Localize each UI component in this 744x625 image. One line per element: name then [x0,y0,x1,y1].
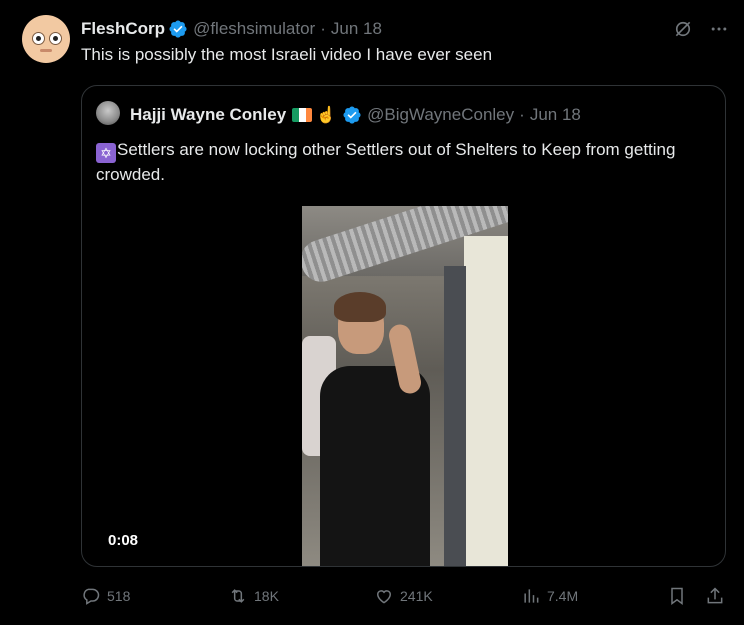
tweet-date[interactable]: Jun 18 [331,19,382,39]
views-count: 7.4M [547,588,579,604]
quote-author-name[interactable]: Hajji Wayne Conley [130,105,286,125]
grok-icon[interactable] [672,18,694,40]
share-button[interactable] [705,586,725,606]
video-scene-person-body [320,366,430,566]
tweet-text: This is possibly the most Israeli video … [81,45,493,64]
quoted-tweet[interactable]: Hajji Wayne Conley ☝ @BigWayneConley · J… [81,85,726,567]
avatar-eye [49,32,62,45]
video-scene-wall [464,236,508,566]
reply-icon [83,588,100,605]
separator: · [519,105,525,124]
bookmark-button[interactable] [667,586,687,606]
separator: · [320,19,326,38]
ireland-flag-icon [292,108,313,122]
tweet-header: FleshCorp @fleshsimulator · Jun 18 [81,18,382,40]
verified-icon [343,106,361,124]
avatar-eye [32,32,45,45]
share-icon [707,587,723,604]
author-name[interactable]: FleshCorp [81,19,165,39]
like-count: 241K [400,588,433,604]
quote-date[interactable]: Jun 18 [530,105,581,125]
pointing-finger-icon: ☝ [316,107,337,124]
views-button[interactable]: 7.4M [521,586,578,606]
quote-header: Hajji Wayne Conley ☝ @BigWayneConley · J… [130,104,581,126]
reply-button[interactable]: 518 [81,586,130,606]
author-handle[interactable]: @fleshsimulator [193,19,315,39]
like-icon [376,590,392,604]
avatar[interactable] [22,15,70,63]
quote-avatar[interactable] [96,101,120,125]
more-icon[interactable] [708,18,730,40]
quote-author-handle[interactable]: @BigWayneConley [367,105,514,125]
views-icon [524,589,539,603]
quote-text-body: Settlers are now locking other Settlers … [96,140,676,184]
reply-count: 518 [107,588,131,604]
bookmark-icon [671,587,683,605]
video-scene-person-hair [334,292,386,322]
like-button[interactable]: 241K [374,586,433,606]
star-of-david-icon: ✡ [96,143,116,163]
quote-text: ✡ Settlers are now locking other Settlers… [96,138,716,187]
tweet[interactable]: FleshCorp @fleshsimulator · Jun 18 This … [0,0,744,625]
tweet-top-actions [672,18,730,40]
avatar-mouth [40,49,52,52]
retweet-button[interactable]: 18K [228,586,279,606]
video-player[interactable] [302,206,508,566]
retweet-icon [231,589,245,603]
video-scene-door [444,266,466,566]
retweet-count: 18K [254,588,279,604]
action-bar: 518 18K 241K 7.4M [81,586,731,610]
verified-icon [169,20,187,38]
video-timestamp: 0:08 [108,532,139,549]
